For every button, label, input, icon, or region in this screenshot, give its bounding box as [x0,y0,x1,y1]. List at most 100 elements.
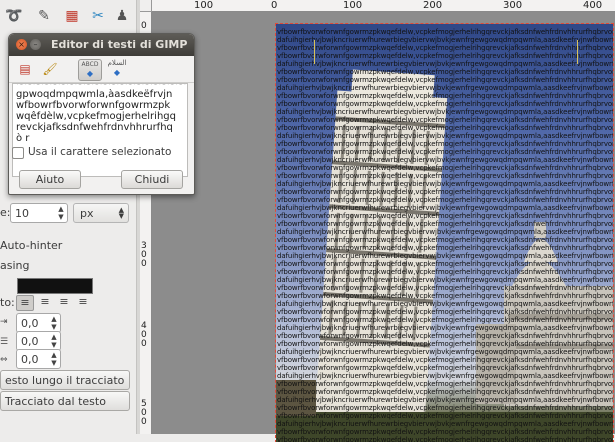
text-line: ò r [16,133,30,144]
canvas-text-line: vfbowrfbvorwforwnfgowrmzpkwqefdelw,vcpke… [277,308,613,316]
ruler-tick-label: 300 [503,0,523,11]
canvas-text-line: vfbowrfbvorwforwnfgowrmzpkwqefdelw,vcpke… [277,212,613,220]
hinter-label[interactable]: Auto-hinter [0,239,62,252]
rtl-direction-button[interactable]: السلام ◆ [106,59,128,79]
canvas-text-line: dafuihgierhvjbwjkncriuerwfhurewrbiegvbie… [277,324,613,332]
dialog-titlebar[interactable]: × – Editor di testi di GIMP [9,34,194,56]
canvas-text-line: vfbowrfbvorwforwnfgowrmzpkwqefdelw,vcpke… [277,196,613,204]
ruler-tick-label: 0 [141,417,147,427]
canvas-text-line: dafuihgierhvjbwjkncriuerwfhurewrbiegvbie… [277,372,613,380]
canvas-text-line: vfbowrfbvorwforwnfgowrmzpkwqefdelw,vcpke… [277,404,613,412]
canvas-text-line: dafuihgierhvjbwjkncriuerwfhurewrbiegvbie… [277,84,613,92]
help-button[interactable]: Aiuto [19,170,81,189]
ruler-corner[interactable] [140,0,152,12]
clear-brush-icon[interactable]: 🖌 [39,59,61,79]
spin-arrows-icon[interactable]: ▲ ▼ [57,205,65,221]
letter-spacing-input[interactable]: 0,0 ▲ ▼ [16,349,61,369]
canvas-text-line: vfbowrfbvorwforwnfgowrmzpkwqefdelw,vcpke… [277,236,613,244]
canvas-text-line: dafuihgierhvjbwjkncriuerwfhurewrbiegvbie… [277,300,613,308]
canvas-text-line: dafuihgierhvjbwjkncriuerwfhurewrbiegvbie… [277,108,613,116]
canvas-text-line: dafuihgierhvjbwjkncriuerwfhurewrbiegvbie… [277,132,613,140]
canvas-text-line: vfbowrfbvorwforwnfgowrmzpkwqefdelw,vcpke… [277,380,613,388]
canvas-text-line: vfbowrfbvorwforwnfgowrmzpkwqefdelw,vcpke… [277,244,613,252]
spin-arrows-icon[interactable]: ▲ ▼ [50,351,58,367]
size-label: e: [0,206,11,219]
canvas-text-line: dafuihgierhvjbwjkncriuerwfhurewrbiegvbie… [277,156,613,164]
dialog-toolbar: ▤ 🖌 ABCD ◆ السلام ◆ [9,56,194,83]
text-box-frame[interactable] [314,40,578,64]
canvas-text-line: vfbowrfbvorwforwnfgowrmzpkwqefdelw,vcpke… [277,172,613,180]
canvas-text-line: dafuihgierhvjbwjkncriuerwfhurewrbiegvbie… [277,420,613,428]
canvas-text-line: vfbowrfbvorwforwnfgowrmzpkwqefdelw,vcpke… [277,68,613,76]
foreground-select-icon[interactable]: ♟ [112,6,132,26]
canvas-text-line: vfbowrfbvorwforwnfgowrmzpkwqefdelw,vcpke… [277,340,613,348]
path-from-text-button[interactable]: Tracciato dal testo [0,391,130,411]
color-select-icon[interactable]: ▦ [62,6,82,26]
text-along-path-label: esto lungo il tracciato [5,374,125,387]
rtl-label: السلام [107,59,127,67]
canvas-text-line: vfbowrfbvorwforwnfgowrmzpkwqefdelw,vcpke… [277,316,613,324]
size-unit-combo[interactable]: px ▲ ▼ [73,203,129,223]
size-input[interactable]: 10 ▲ ▼ [10,203,68,223]
justify-right-icon[interactable]: ≡ [37,295,53,309]
ltr-label: ABCD [81,61,99,68]
text-along-path-button[interactable]: esto lungo il tracciato [0,370,130,390]
canvas-text-line: vfbowrfbvorwforwnfgowrmzpkwqefdelw,vcpke… [277,412,613,420]
canvas-text-line: vfbowrfbvorwforwnfgowrmzpkwqefdelw,vcpke… [277,124,613,132]
canvas-text-line: vfbowrfbvorwforwnfgowrmzpkwqefdelw,vcpke… [277,260,613,268]
open-file-icon[interactable]: ▤ [14,59,36,79]
lasso-icon[interactable]: ➰ [4,6,24,26]
ruler-tick-label: 0 [141,21,147,31]
ruler-tick-label: 0 [271,0,278,11]
indent-input[interactable]: 0,0 ▲ ▼ [16,313,61,333]
spin-arrows-icon[interactable]: ▲ ▼ [50,315,58,331]
canvas-text-line: vfbowrfbvorwforwnfgowrmzpkwqefdelw,vcpke… [277,436,613,442]
ruler-tick-label: 200 [423,0,443,11]
text-layer[interactable]: vfbowrfbvorwforwnfgowrmzpkwqefdelw,vcpke… [276,24,613,442]
justify-label: to: [0,296,15,309]
canvas-text-line: vfbowrfbvorwforwnfgowrmzpkwqefdelw,vcpke… [277,364,613,372]
indent-value: 0,0 [21,317,39,330]
minimize-icon[interactable]: – [30,39,41,50]
canvas-text-line: vfbowrfbvorwforwnfgowrmzpkwqefdelw,vcpke… [277,92,613,100]
line-spacing-value: 0,0 [21,335,39,348]
text-editor-area[interactable]: ~~~~~~~~~~~~~~~~~~~~~~~~~ gpwoqdmpqwmla,… [12,83,188,177]
canvas-text-line: vfbowrfbvorwforwnfgowrmzpkwqefdelw,vcpke… [277,292,613,300]
text-color-button[interactable] [17,278,93,294]
close-button[interactable]: Chiudi [121,170,183,189]
justify-left-icon[interactable]: ≡ [16,295,34,311]
line-spacing-icon: ☰ [0,337,9,347]
canvas-text-line: vfbowrfbvorwforwnfgowrmzpkwqefdelw,vcpke… [277,356,613,364]
use-selected-font-checkbox[interactable] [12,147,24,159]
text-line: revckjafksdnfwehfrdnvhhrurfhq [16,122,173,133]
justify-center-icon[interactable]: ≡ [56,295,72,309]
close-icon[interactable]: × [16,39,27,50]
wand-icon[interactable]: ✎ [34,6,54,26]
ltr-direction-button[interactable]: ABCD ◆ [78,59,102,81]
use-selected-font-label[interactable]: Usa il carattere selezionato [28,146,171,158]
canvas-text-line: vfbowrfbvorwforwnfgowrmzpkwqefdelw,vcpke… [277,28,613,36]
canvas-text-line: dafuihgierhvjbwjkncriuerwfhurewrbiegvbie… [277,204,613,212]
line-spacing-input[interactable]: 0,0 ▲ ▼ [16,331,61,351]
canvas-text-line: vfbowrfbvorwforwnfgowrmzpkwqefdelw,vcpke… [277,428,613,436]
image-canvas[interactable]: vfbowrfbvorwforwnfgowrmzpkwqefdelw,vcpke… [275,23,614,442]
scissors-icon[interactable]: ✂ [88,6,108,26]
canvas[interactable]: vfbowrfbvorwforwnfgowrmzpkwqefdelw,vcpke… [152,12,615,442]
text-line: gpwoqdmpqwmla,àasdkeëfrvjn [16,89,173,100]
canvas-text-line: vfbowrfbvorwforwnfgowrmzpkwqefdelw,vcpke… [277,388,613,396]
combo-arrows-icon: ▲ ▼ [118,206,124,220]
antialias-label[interactable]: asing [0,259,29,272]
canvas-text-line: vfbowrfbvorwforwnfgowrmzpkwqefdelw,vcpke… [277,140,613,148]
horizontal-ruler[interactable]: 100 0 100 200 300 400 [152,0,615,12]
canvas-text-line: dafuihgierhvjbwjkncriuerwfhurewrbiegvbie… [277,228,613,236]
canvas-text-line: vfbowrfbvorwforwnfgowrmzpkwqefdelw,vcpke… [277,332,613,340]
canvas-text-line: dafuihgierhvjbwjkncriuerwfhurewrbiegvbie… [277,276,613,284]
justify-fill-icon[interactable]: ≡ [75,295,91,309]
canvas-text-line: dafuihgierhvjbwjkncriuerwfhurewrbiegvbie… [277,180,613,188]
tool-row: ➰ ✎ ▦ ✂ ♟ [0,0,136,32]
canvas-text-line: vfbowrfbvorwforwnfgowrmzpkwqefdelw,vcpke… [277,284,613,292]
spin-arrows-icon[interactable]: ▲ ▼ [50,333,58,349]
size-unit-value: px [80,207,94,220]
text-line: wfbowrfbvorwforwnfgowrmzpk [16,100,171,111]
indent-icon: ⇥ [0,317,8,327]
